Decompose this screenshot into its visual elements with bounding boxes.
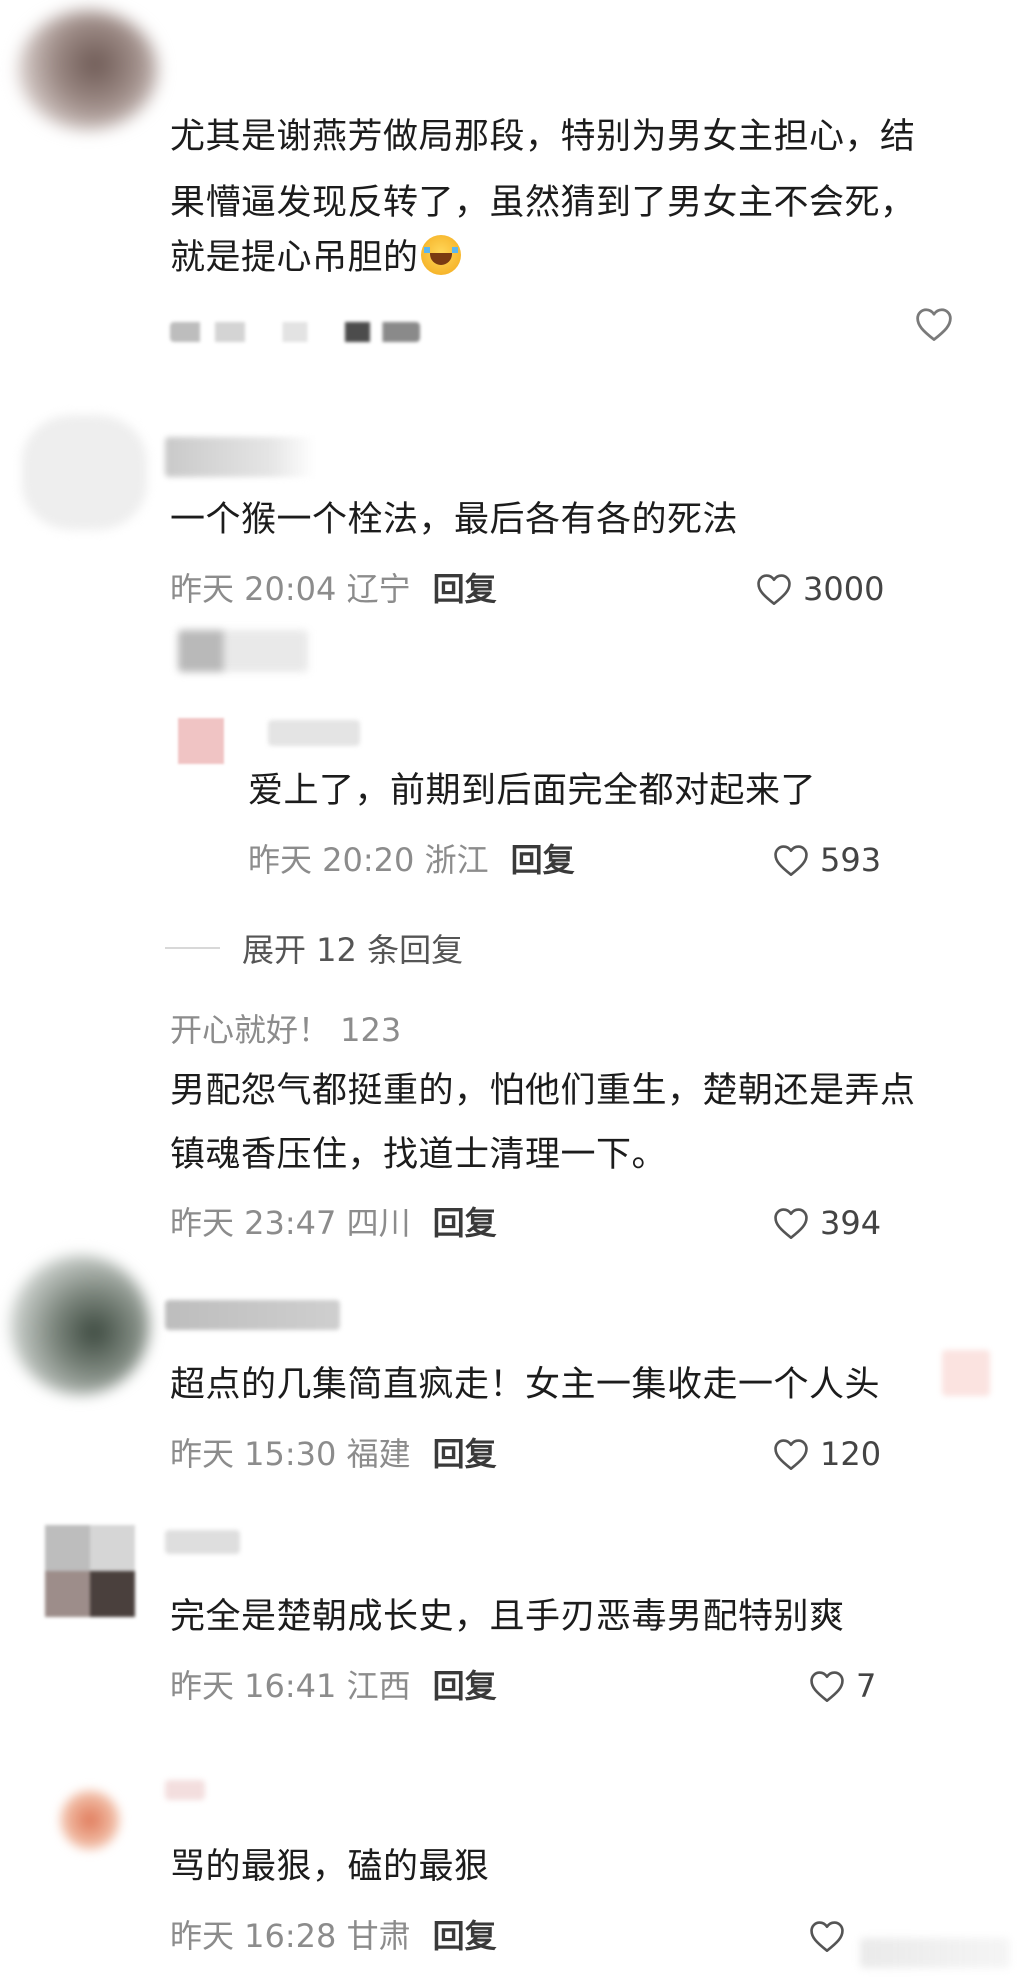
comment-meta: 昨天 23:47 四川 回复 [170, 1203, 497, 1243]
comment-time: 昨天 16:41 江西 [170, 1667, 411, 1705]
avatar[interactable] [18, 10, 158, 130]
comment-text: 骂的最狠，磕的最狠 [170, 1847, 490, 1887]
reply-button[interactable]: 回复 [433, 1435, 497, 1473]
like-count: 394 [820, 1204, 882, 1242]
like-button[interactable]: 394 [772, 1203, 881, 1243]
divider [165, 947, 220, 949]
comment-text: 就是提心吊胆的 [170, 238, 419, 278]
comment-meta: 昨天 16:28 甘肃 回复 [170, 1916, 497, 1956]
blurred-username [178, 630, 308, 672]
reply-text: 爱上了，前期到后面完全都对起来了 [248, 771, 817, 811]
reply-button[interactable]: 回复 [433, 1667, 497, 1705]
like-count: 120 [820, 1435, 882, 1473]
reply-button[interactable]: 回复 [511, 841, 575, 879]
like-count: 593 [820, 841, 882, 879]
comment-text: 完全是楚朝成长史，且手刃恶毒男配特别爽 [170, 1597, 845, 1637]
comment-text: 一个猴一个栓法，最后各有各的死法 [170, 500, 739, 540]
comment-meta: 昨天 20:04 辽宁 回复 [170, 569, 497, 609]
heart-outline-icon [810, 1671, 844, 1702]
like-button[interactable]: 7 [808, 1666, 876, 1706]
reply-avatar[interactable] [178, 718, 224, 764]
reply-username [268, 720, 360, 746]
comment-meta: 昨天 16:41 江西 回复 [170, 1666, 497, 1706]
avatar[interactable] [10, 1255, 150, 1395]
avatar[interactable] [60, 1790, 120, 1850]
reply-button[interactable]: 回复 [433, 570, 497, 608]
like-button[interactable]: 3000 [755, 569, 884, 609]
like-button[interactable]: 593 [772, 840, 881, 880]
like-count: 3000 [803, 570, 885, 608]
like-button[interactable]: 120 [772, 1434, 881, 1474]
heart-outline-icon [810, 1921, 844, 1952]
comment-time: 昨天 20:20 浙江 [248, 841, 489, 879]
like-count: 7 [856, 1667, 877, 1705]
username [165, 1300, 340, 1330]
heart-outline-icon [774, 845, 808, 876]
heart-outline-icon [774, 1208, 808, 1239]
comment-text-last-line: 就是提心吊胆的 [170, 225, 461, 291]
comment-time: 昨天 15:30 福建 [170, 1435, 411, 1473]
comment-text: 镇魂香压住，找道士清理一下。 [170, 1135, 668, 1175]
blurred-meta [170, 322, 420, 342]
watermark [860, 1938, 1010, 1968]
username: 开心就好！ 123 [170, 1011, 402, 1049]
reply-meta: 昨天 20:20 浙江 回复 [248, 840, 575, 880]
laughing-crying-emoji-icon [420, 235, 461, 275]
avatar[interactable] [45, 1525, 135, 1617]
comment-text: 尤其是谢燕芳做局那段，特别为男女主担心，结 [170, 117, 916, 157]
blurred-sticker [942, 1350, 990, 1396]
reply-button[interactable]: 回复 [433, 1204, 497, 1242]
username [165, 1530, 240, 1554]
reply-button[interactable]: 回复 [433, 1917, 497, 1955]
like-button[interactable] [914, 306, 954, 342]
comment-text: 超点的几集简直疯走！女主一集收走一个人头 [170, 1365, 881, 1405]
expand-replies-label: 展开 12 条回复 [242, 931, 464, 969]
username [165, 1780, 205, 1800]
comment-text: 男配怨气都挺重的，怕他们重生，楚朝还是弄点 [170, 1071, 916, 1111]
expand-replies-button[interactable]: 展开 12 条回复 [165, 928, 464, 969]
comment-time: 昨天 23:47 四川 [170, 1204, 411, 1242]
heart-outline-icon [757, 574, 791, 605]
like-button[interactable] [808, 1916, 856, 1956]
avatar[interactable] [22, 415, 147, 530]
comment-time: 昨天 16:28 甘肃 [170, 1917, 411, 1955]
username [165, 437, 315, 477]
heart-outline-icon [916, 308, 952, 341]
heart-outline-icon [774, 1439, 808, 1470]
comment-meta: 昨天 15:30 福建 回复 [170, 1434, 497, 1474]
comment-time: 昨天 20:04 辽宁 [170, 570, 411, 608]
